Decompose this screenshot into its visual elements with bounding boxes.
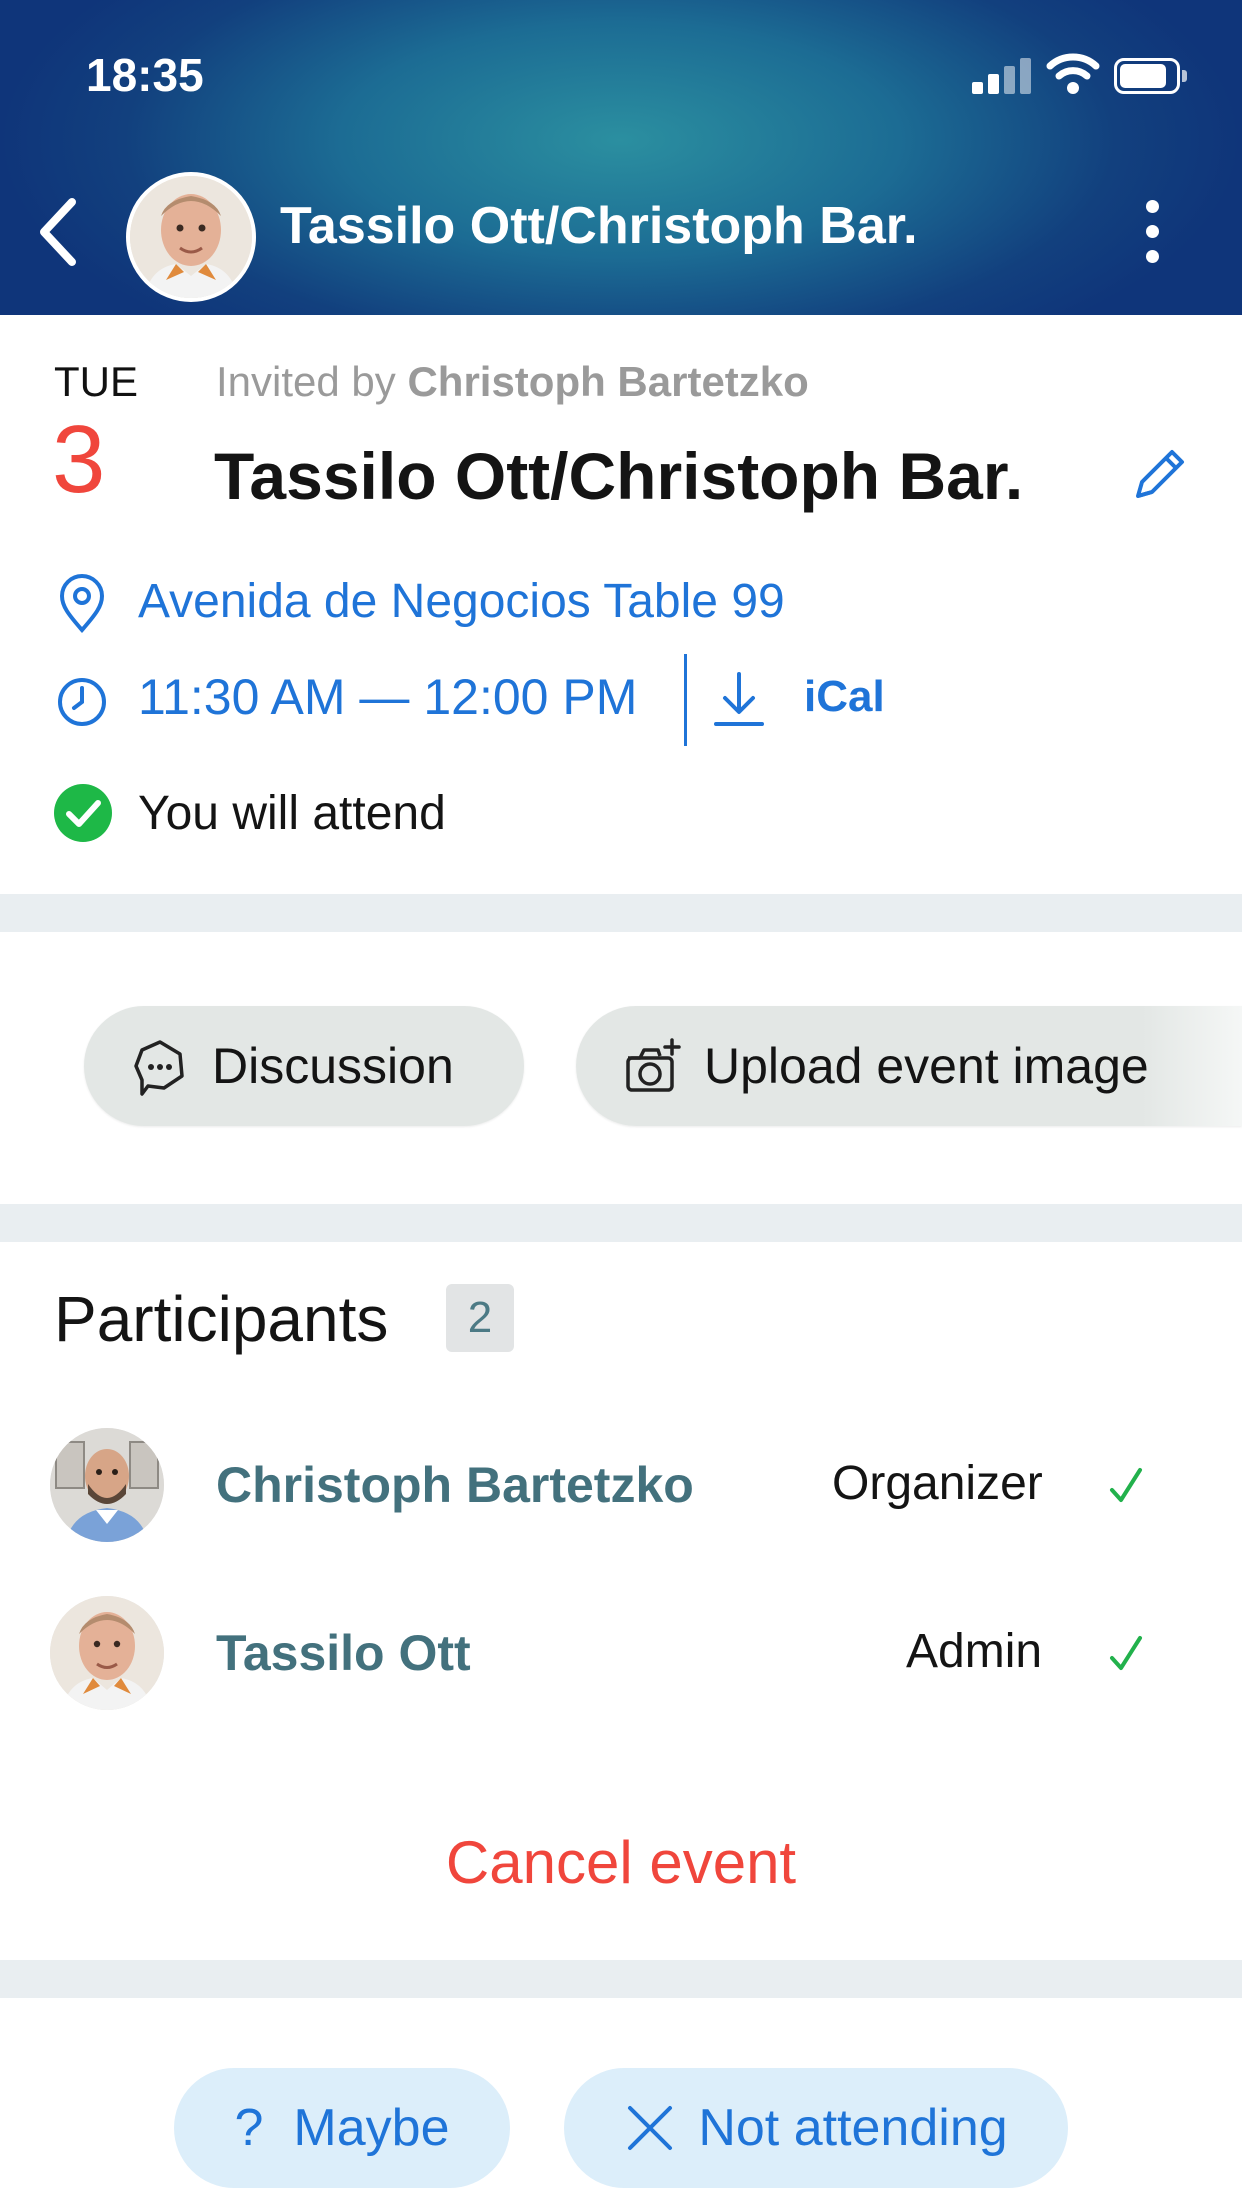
event-location-link[interactable]: Avenida de Negocios Table 99 <box>138 574 785 629</box>
participant-role: Organizer <box>832 1457 1043 1510</box>
maybe-label: Maybe <box>293 2099 450 2157</box>
discussion-label: Discussion <box>212 1038 454 1094</box>
more-options-icon[interactable] <box>1140 200 1164 264</box>
event-day: 3 <box>52 406 106 513</box>
invited-prefix: Invited by <box>216 358 396 405</box>
participants-count-badge: 2 <box>446 1284 514 1352</box>
cellular-signal-icon <box>972 58 1032 94</box>
checkmark-icon <box>1110 1636 1142 1670</box>
not-attending-button[interactable]: Not attending <box>564 2068 1068 2188</box>
not-attending-label: Not attending <box>698 2099 1008 2157</box>
participant-avatar[interactable] <box>50 1428 164 1542</box>
upload-event-image-label: Upload event image <box>704 1038 1149 1094</box>
event-title: Tassilo Ott/Christoph Bar. <box>214 439 1024 513</box>
avatar[interactable] <box>126 172 256 302</box>
clock-icon <box>58 678 106 726</box>
participants-heading: Participants <box>54 1283 389 1355</box>
participant-role: Admin <box>906 1625 1043 1678</box>
section-divider <box>0 894 1242 932</box>
download-icon[interactable] <box>712 668 766 730</box>
section-divider <box>0 1204 1242 1242</box>
back-chevron-icon[interactable] <box>34 192 84 272</box>
divider <box>684 654 687 746</box>
camera-add-icon <box>626 1038 681 1092</box>
event-time-range: 11:30 AM — 12:00 PM <box>138 669 638 725</box>
check-circle-icon <box>54 784 112 842</box>
wifi-icon <box>1046 53 1100 94</box>
participant-name-link[interactable]: Tassilo Ott <box>216 1624 471 1682</box>
participant-name-link[interactable]: Christoph Bartetzko <box>216 1456 694 1514</box>
chat-bubble-icon <box>134 1040 184 1096</box>
question-mark-icon: ? <box>234 2099 264 2157</box>
checkmark-icon <box>1110 1468 1142 1502</box>
participant-avatar[interactable] <box>50 1596 164 1710</box>
cancel-event-button[interactable]: Cancel event <box>0 1828 1242 1897</box>
section-divider <box>0 1960 1242 1998</box>
upload-event-image-button[interactable]: Upload event image <box>576 1006 1242 1126</box>
event-weekday: TUE <box>54 358 138 405</box>
invited-by: Invited by Christoph Bartetzko <box>216 358 809 406</box>
battery-icon <box>1114 58 1187 94</box>
app-header: 18:35 Tassilo Ott/Christoph Bar. <box>0 0 1242 315</box>
discussion-button[interactable]: Discussion <box>84 1006 524 1126</box>
ical-download-link[interactable]: iCal <box>804 672 885 722</box>
close-x-icon <box>628 2106 673 2150</box>
attendance-status: You will attend <box>138 787 446 840</box>
maybe-button[interactable]: ? Maybe <box>174 2068 510 2188</box>
nav-title: Tassilo Ott/Christoph Bar. <box>280 197 918 255</box>
edit-pencil-icon[interactable] <box>1128 442 1188 506</box>
inviter-name: Christoph Bartetzko <box>407 358 809 405</box>
status-time: 18:35 <box>86 49 204 101</box>
location-pin-icon <box>59 574 105 634</box>
